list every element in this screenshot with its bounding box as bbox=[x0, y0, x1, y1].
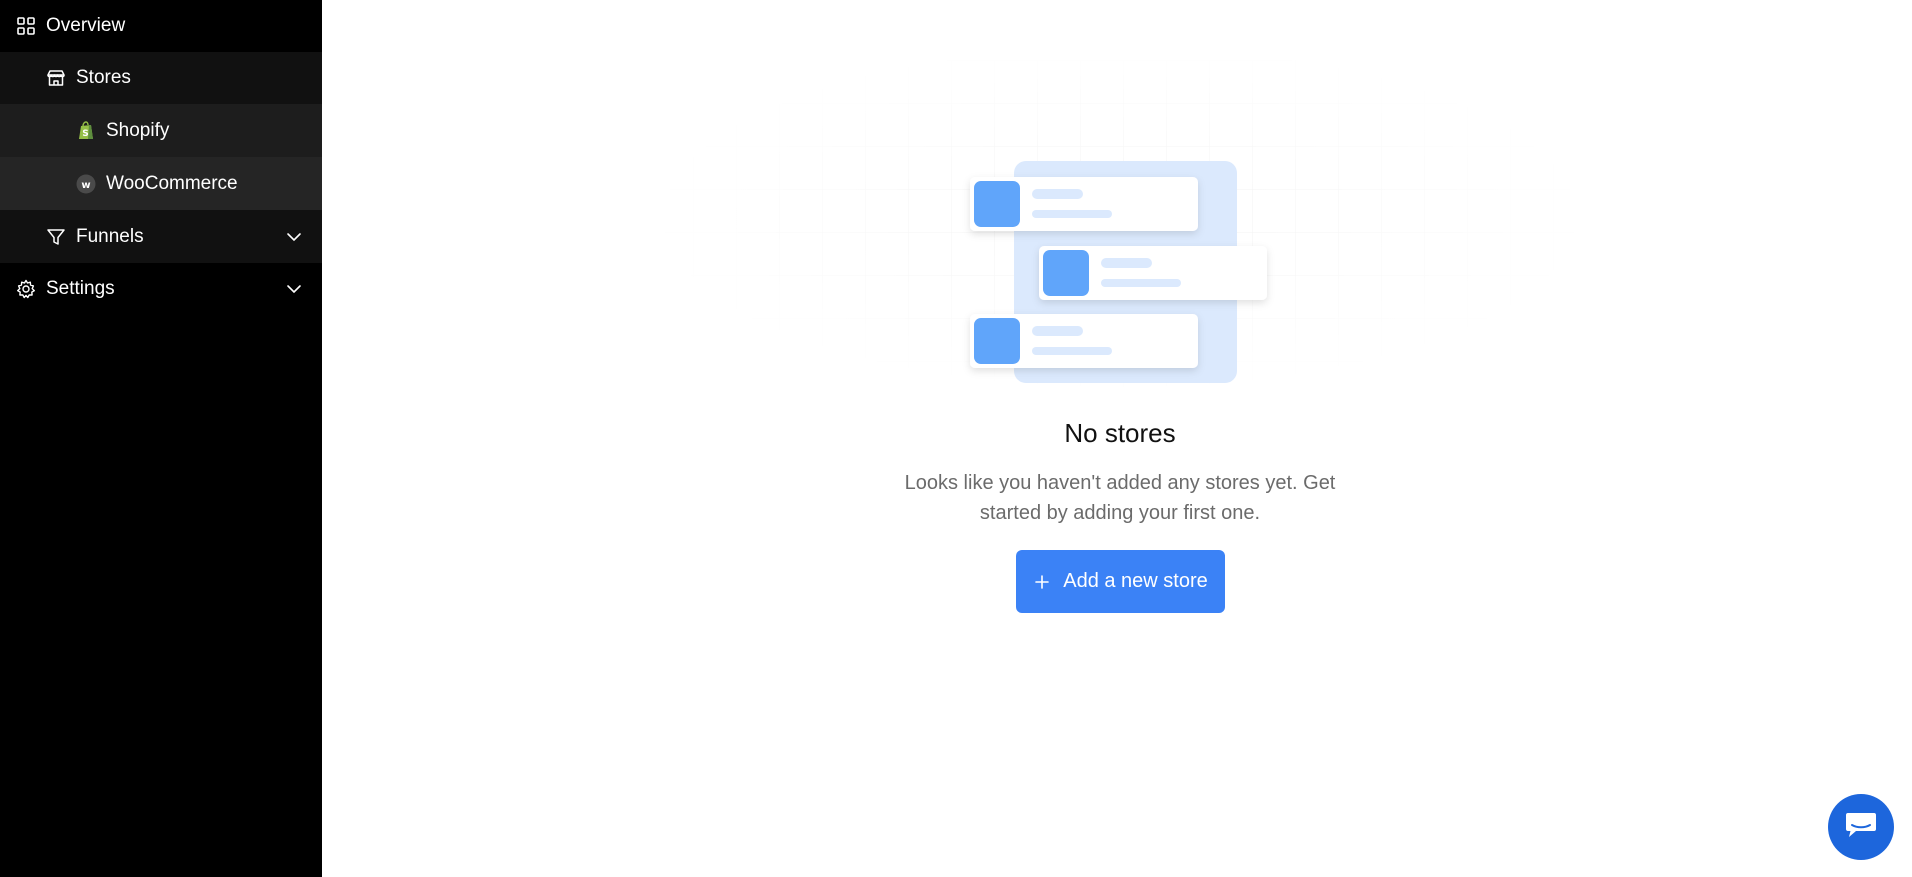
sidebar-item-label: Stores bbox=[76, 67, 131, 88]
gear-icon bbox=[16, 279, 36, 299]
chevron-down-icon[interactable] bbox=[284, 279, 304, 299]
sidebar-item-label: Shopify bbox=[106, 119, 170, 141]
sidebar-item-overview[interactable]: Overview bbox=[0, 0, 322, 52]
add-store-button[interactable]: Add a new store bbox=[1016, 550, 1225, 613]
sidebar-item-label: Overview bbox=[46, 15, 126, 36]
sidebar-item-funnels[interactable]: Funnels bbox=[0, 210, 322, 263]
sidebar-item-woocommerce[interactable]: w WooCommerce bbox=[0, 157, 322, 210]
sidebar-item-shopify[interactable]: S Shopify bbox=[0, 104, 322, 157]
plus-icon bbox=[1033, 573, 1051, 591]
grid-icon bbox=[16, 16, 36, 36]
sidebar-item-label: WooCommerce bbox=[106, 172, 238, 194]
chat-bubble-icon bbox=[1844, 810, 1878, 845]
sidebar-item-settings[interactable]: Settings bbox=[0, 263, 322, 315]
empty-state-description: Looks like you haven't added any stores … bbox=[904, 472, 1336, 524]
funnel-icon bbox=[46, 227, 66, 247]
empty-state-title: No stores bbox=[1064, 418, 1176, 448]
sidebar-item-label: Settings bbox=[46, 278, 115, 299]
sidebar-item-label: Funnels bbox=[76, 225, 144, 247]
chevron-down-icon[interactable] bbox=[284, 227, 304, 247]
sidebar-item-stores[interactable]: Stores bbox=[0, 52, 322, 104]
add-store-button-label: Add a new store bbox=[1063, 570, 1208, 592]
svg-text:w: w bbox=[81, 180, 90, 191]
svg-text:S: S bbox=[82, 129, 88, 139]
woocommerce-icon: w bbox=[76, 174, 96, 194]
shopify-icon: S bbox=[76, 120, 96, 141]
store-icon bbox=[46, 68, 66, 88]
empty-state-illustration bbox=[650, 60, 1590, 410]
chat-button[interactable] bbox=[1828, 794, 1894, 860]
